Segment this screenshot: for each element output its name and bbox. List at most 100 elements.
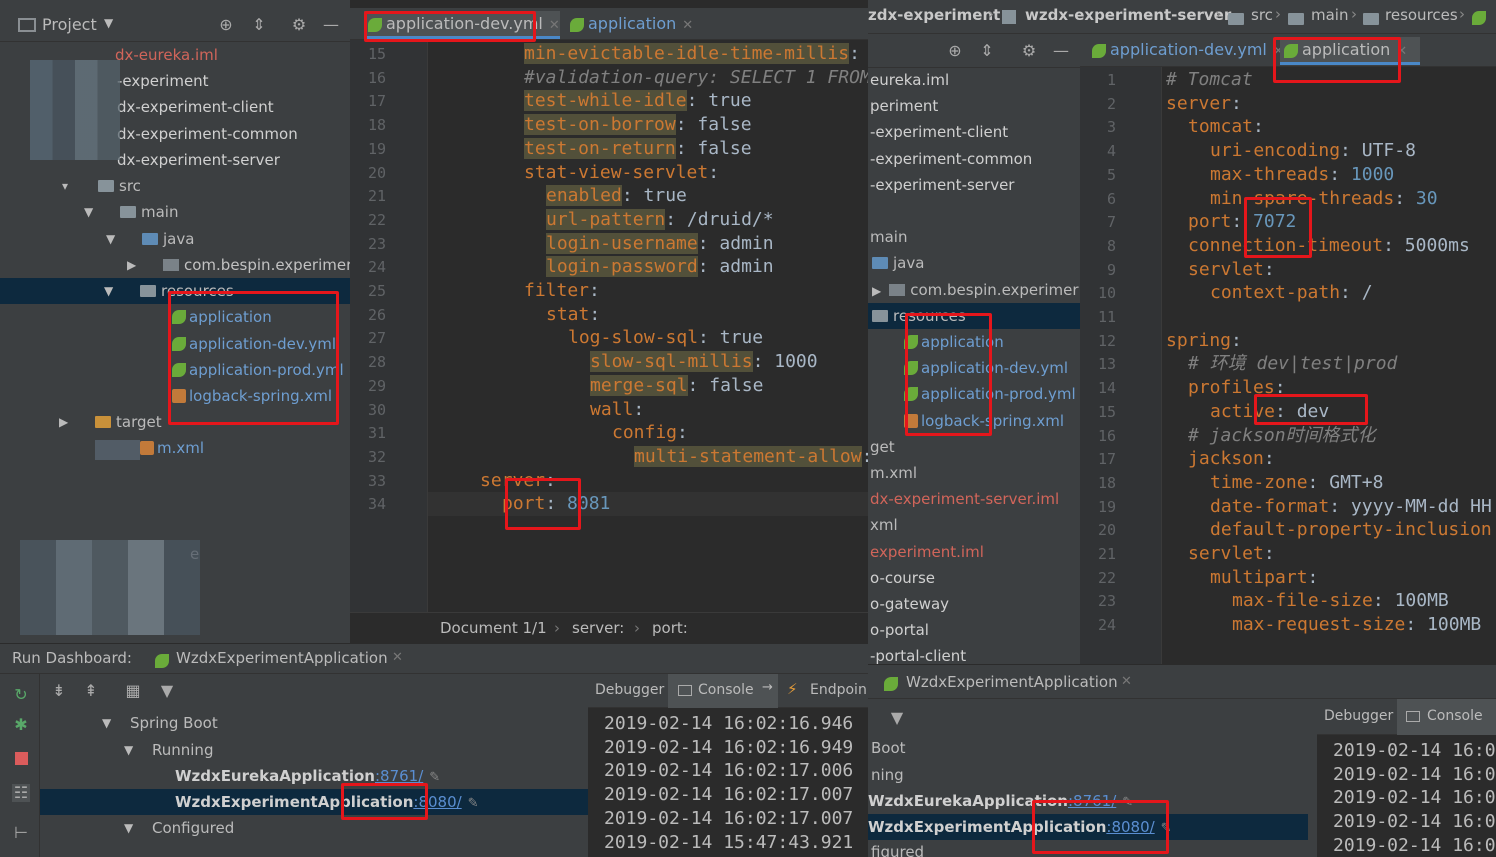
nav-project[interactable]: zdx-experiment xyxy=(868,6,1000,24)
run-item[interactable]: WzdxExperimentApplication:8080/ ✎ xyxy=(868,814,1308,840)
gear-icon[interactable]: ⚙ xyxy=(290,16,308,34)
tree-arrow-icon[interactable]: ▶ xyxy=(59,409,68,435)
editor-tab[interactable]: application-dev.yml ✕ xyxy=(1088,37,1284,65)
group-icon[interactable]: ▦ xyxy=(124,682,142,700)
tab-console[interactable]: Console xyxy=(698,682,754,698)
tree-item[interactable]: o-gateway xyxy=(868,591,1080,617)
expand-all-icon[interactable]: ⇟ xyxy=(50,682,68,700)
run-item-port[interactable]: :8761/ xyxy=(1068,792,1116,810)
edit-icon[interactable]: ✎ xyxy=(1161,821,1172,836)
tree-item[interactable]: experiment.iml xyxy=(868,539,1080,565)
nav-main[interactable]: main xyxy=(1311,6,1348,24)
tree-item[interactable]: o-course xyxy=(868,565,1080,591)
filter-icon[interactable]: ▼ xyxy=(158,682,176,700)
tree-item[interactable]: eureka.iml xyxy=(868,67,1080,93)
collapse-icon[interactable]: ⇕ xyxy=(250,16,268,34)
filter-icon[interactable]: ▼ xyxy=(888,709,906,727)
tree-item[interactable]: logback-spring.xml xyxy=(868,408,1080,434)
gear-icon[interactable]: ⚙ xyxy=(1020,42,1038,60)
stop-icon[interactable] xyxy=(15,752,28,765)
breadcrumb-server[interactable]: server: xyxy=(572,619,624,637)
collapse-all-icon[interactable]: ⇞ xyxy=(82,682,100,700)
close-icon[interactable]: ✕ xyxy=(682,18,693,33)
tree-arrow-icon[interactable]: ▶ xyxy=(127,252,136,278)
run-item[interactable]: ▼ Spring Boot xyxy=(40,710,588,736)
tree-item[interactable]: -portal-client xyxy=(868,643,1080,664)
tree-item[interactable]: periment xyxy=(868,93,1080,119)
tree-item[interactable]: main xyxy=(868,224,1080,250)
left-console-output[interactable]: 2019-02-14 16:02:16.946 2019-02-14 16:02:… xyxy=(588,708,868,857)
minimize-icon[interactable]: — xyxy=(322,16,340,34)
project-title[interactable]: Project xyxy=(42,15,97,34)
tree-item[interactable]: application xyxy=(868,329,1080,355)
run-item-port[interactable]: :8761/ xyxy=(375,767,423,785)
tree-item[interactable] xyxy=(868,198,1080,224)
edit-icon[interactable]: ✎ xyxy=(1122,795,1133,810)
tree-item[interactable]: application-prod.yml xyxy=(0,357,350,383)
run-item[interactable]: WzdxEurekaApplication:8761/ ✎ xyxy=(40,763,588,789)
close-icon[interactable]: ✕ xyxy=(549,18,560,33)
run-item[interactable]: WzdxExperimentApplication:8080/ ✎ xyxy=(40,789,588,815)
tree-item[interactable]: -experiment-common xyxy=(868,146,1080,172)
debug-icon[interactable]: ✱ xyxy=(12,716,30,734)
tree-item[interactable]: ▼ resources xyxy=(0,278,350,304)
tree-arrow-icon[interactable]: ▼ xyxy=(84,199,93,225)
tree-item[interactable]: java xyxy=(868,250,1080,276)
tree-item[interactable]: application-dev.yml xyxy=(868,355,1080,381)
run-item[interactable]: WzdxEurekaApplication:8761/ ✎ xyxy=(868,788,1308,814)
tree-item[interactable]: get xyxy=(868,434,1080,460)
right-run-app-tab[interactable]: WzdxExperimentApplication xyxy=(906,673,1118,691)
tree-item[interactable]: resources xyxy=(868,302,1080,329)
close-icon[interactable]: ✕ xyxy=(1396,44,1407,59)
right-editor[interactable]: application-dev.yml ✕ application ✕ 1 # Tomc… xyxy=(1080,34,1496,664)
editor-tab[interactable]: application ✕ xyxy=(566,11,706,39)
minimize-icon[interactable]: — xyxy=(1052,42,1070,60)
chevron-down-icon[interactable]: ▼ xyxy=(104,16,113,30)
run-item[interactable]: ning xyxy=(868,762,1308,788)
tree-item[interactable]: -experiment-server xyxy=(868,172,1080,198)
tree-arrow-icon[interactable]: ▼ xyxy=(102,710,111,736)
tree-item[interactable]: xml xyxy=(868,512,1080,538)
tree-arrow-icon[interactable]: ▾ xyxy=(62,173,68,199)
tree-item[interactable]: ▶ target xyxy=(0,409,350,435)
nav-module[interactable]: wzdx-experiment-server xyxy=(1025,6,1231,24)
tree-item[interactable]: logback-spring.xml xyxy=(0,383,350,409)
tab-debugger[interactable]: Debugger xyxy=(595,682,664,698)
edit-icon[interactable]: ✎ xyxy=(468,796,479,811)
collapse-icon[interactable]: ⇕ xyxy=(978,42,996,60)
tree-arrow-icon[interactable]: ▼ xyxy=(124,737,133,763)
project-view-icon[interactable] xyxy=(18,18,36,32)
tree-item[interactable]: ▶ com.bespin.experimer xyxy=(0,252,350,278)
run-item[interactable]: figured xyxy=(868,839,1308,857)
tree-item[interactable]: dx-experiment-server.iml xyxy=(868,486,1080,512)
run-item-port[interactable]: :8080/ xyxy=(1106,818,1154,836)
tree-item[interactable]: o-portal xyxy=(868,617,1080,643)
crosshair-icon[interactable]: ⊕ xyxy=(946,42,964,60)
run-item-port[interactable]: :8080/ xyxy=(413,793,461,811)
tree-arrow-icon[interactable]: ▼ xyxy=(104,278,113,304)
close-icon[interactable]: ✕ xyxy=(392,650,403,665)
tree-item[interactable]: m.xml xyxy=(868,460,1080,486)
tree-item[interactable]: ▾ src xyxy=(0,173,350,199)
run-app-tab[interactable]: WzdxExperimentApplication xyxy=(176,649,388,667)
tab-endpoints[interactable]: Endpoin xyxy=(810,682,867,698)
edit-icon[interactable]: ✎ xyxy=(429,770,440,785)
tree-item[interactable]: ▼ java xyxy=(0,226,350,252)
run-item[interactable]: ▼ Configured xyxy=(40,815,588,841)
run-item[interactable]: ▼ Running xyxy=(40,737,588,763)
nav-resources[interactable]: resources xyxy=(1385,6,1458,24)
crosshair-icon[interactable]: ⊕ xyxy=(217,16,235,34)
breadcrumb-doc[interactable]: Document 1/1 xyxy=(440,619,547,637)
layout-icon[interactable]: ☷ xyxy=(12,784,30,802)
right-console-output[interactable]: 2019-02-14 16:0 2019-02-14 16:0 2019-02-14… xyxy=(1317,735,1496,857)
tree-item[interactable]: ▶ com.bespin.experimer xyxy=(868,277,1080,303)
pin-icon[interactable]: ⊢ xyxy=(12,824,30,842)
editor-tab[interactable]: application-dev.yml ✕ xyxy=(364,11,560,39)
breadcrumb-port[interactable]: port: xyxy=(652,619,688,637)
tree-item[interactable]: application-dev.yml xyxy=(0,331,350,357)
tree-item[interactable]: application xyxy=(0,304,350,330)
tree-item[interactable]: m.xml xyxy=(0,435,350,461)
rerun-icon[interactable]: ↻ xyxy=(12,686,30,704)
tree-item[interactable]: ▼ main xyxy=(0,199,350,225)
nav-src[interactable]: src xyxy=(1251,6,1273,24)
